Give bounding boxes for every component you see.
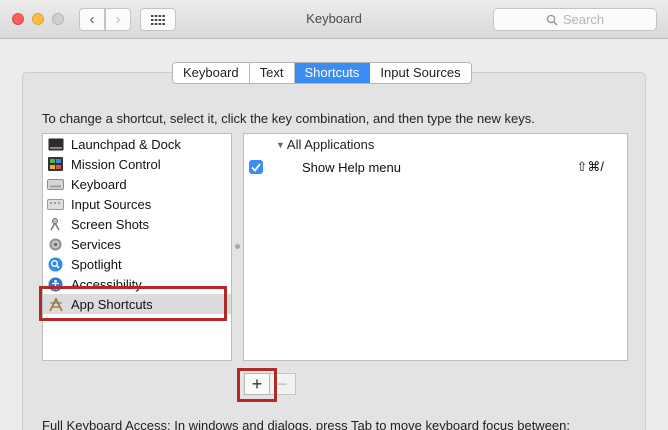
- shortcut-row[interactable]: Show Help menu ⇧⌘/: [249, 158, 624, 176]
- category-label: Mission Control: [71, 156, 161, 172]
- tab-input-sources[interactable]: Input Sources: [370, 63, 470, 83]
- add-button-highlight: [237, 368, 277, 402]
- category-list[interactable]: Launchpad & Dock Mission Control Keyboar…: [42, 133, 232, 361]
- all-applications-group[interactable]: ▼ All Applications: [276, 137, 374, 152]
- category-screen-shots[interactable]: Screen Shots: [43, 214, 231, 234]
- input-sources-icon: [47, 197, 64, 212]
- search-icon: [546, 14, 558, 26]
- checkmark-icon: [251, 162, 261, 172]
- category-label: Input Sources: [71, 196, 152, 212]
- screenshot-icon: [47, 217, 64, 232]
- category-label: Services: [71, 236, 121, 252]
- tab-text[interactable]: Text: [250, 63, 295, 83]
- split-view-handle[interactable]: [235, 244, 240, 249]
- keyboard-icon: [47, 177, 64, 192]
- search-field[interactable]: Search: [493, 8, 657, 31]
- shortcut-list[interactable]: ▼ All Applications Show Help menu ⇧⌘/: [243, 133, 628, 361]
- shortcut-name: Show Help menu: [302, 159, 401, 175]
- tab-shortcuts[interactable]: Shortcuts: [294, 63, 371, 83]
- tab-bar: Keyboard Text Shortcuts Input Sources: [172, 62, 472, 84]
- category-keyboard[interactable]: Keyboard: [43, 174, 231, 194]
- mission-control-icon: [47, 157, 64, 172]
- category-input-sources[interactable]: Input Sources: [43, 194, 231, 214]
- category-spotlight[interactable]: Spotlight: [43, 254, 231, 274]
- category-launchpad-dock[interactable]: Launchpad & Dock: [43, 134, 231, 154]
- tab-keyboard[interactable]: Keyboard: [173, 63, 250, 83]
- group-label: All Applications: [286, 137, 375, 152]
- category-label: Keyboard: [71, 176, 127, 192]
- app-shortcuts-highlight: [39, 286, 227, 321]
- title-bar: ‹ › Keyboard Search: [0, 0, 668, 39]
- gear-icon: [47, 237, 64, 252]
- shortcut-keys[interactable]: ⇧⌘/: [576, 159, 604, 175]
- category-services[interactable]: Services: [43, 234, 231, 254]
- category-label: Launchpad & Dock: [71, 136, 181, 152]
- category-label: Screen Shots: [71, 216, 150, 232]
- instruction-text: To change a shortcut, select it, click t…: [42, 111, 535, 126]
- spotlight-icon: [47, 257, 64, 272]
- launchpad-dock-icon: [47, 137, 64, 152]
- disclosure-triangle-icon[interactable]: ▼: [276, 140, 285, 150]
- full-keyboard-access-text: Full Keyboard Access: In windows and dia…: [42, 418, 570, 430]
- category-label: Spotlight: [71, 256, 122, 272]
- shortcut-enabled-checkbox[interactable]: [249, 160, 263, 174]
- search-placeholder: Search: [562, 12, 605, 27]
- category-mission-control[interactable]: Mission Control: [43, 154, 231, 174]
